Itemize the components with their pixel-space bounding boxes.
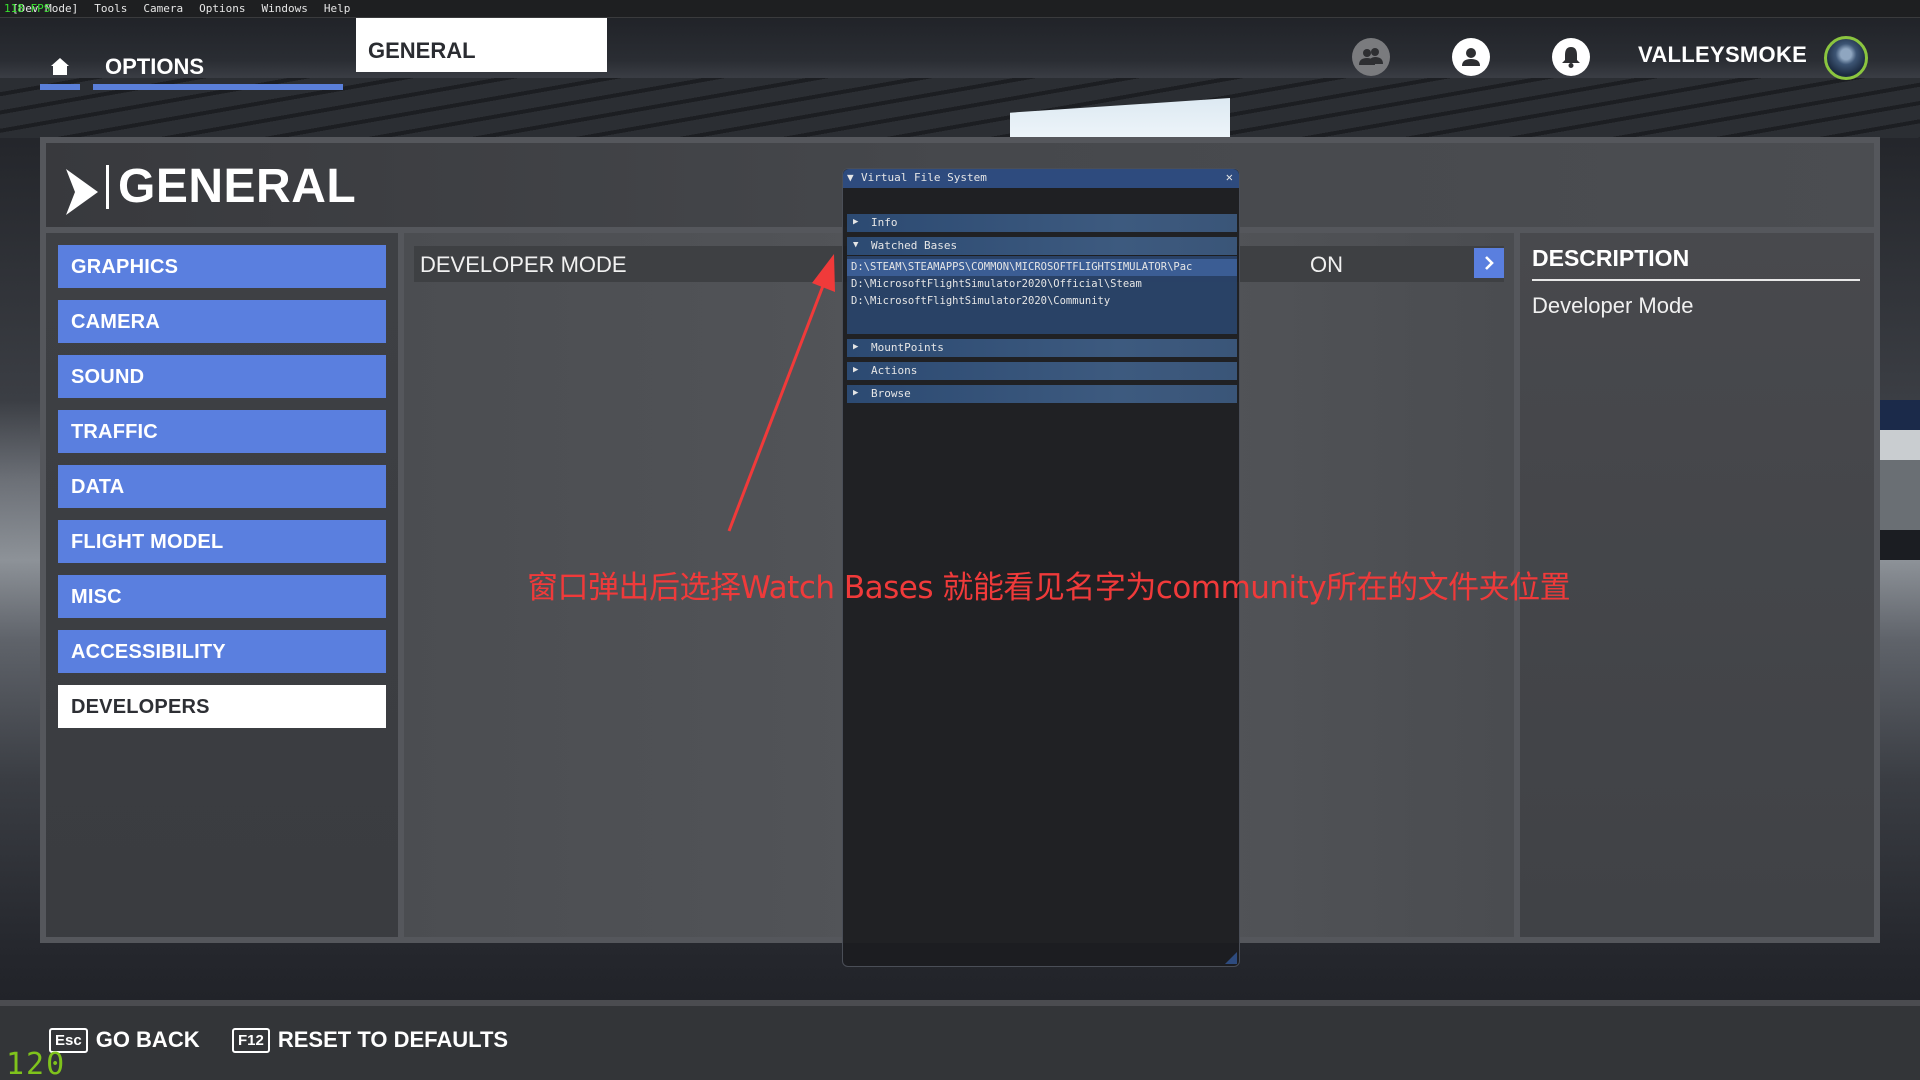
- vfs-title-bar[interactable]: ▼ Virtual File System ✕: [843, 169, 1239, 188]
- vfs-section-watched-bases[interactable]: ▼ Watched Bases: [847, 237, 1237, 255]
- expand-icon: ▶: [853, 217, 859, 227]
- list-item[interactable]: D:\MicrosoftFlightSimulator2020\Communit…: [847, 293, 1237, 310]
- go-back-button[interactable]: Esc GO BACK: [49, 1027, 200, 1053]
- tab-options[interactable]: OPTIONS: [93, 36, 343, 90]
- annotation-text: 窗口弹出后选择Watch Bases 就能看见名字为community所在的文件…: [527, 570, 1571, 606]
- tab-general[interactable]: GENERAL: [356, 18, 607, 72]
- expand-icon: ▶: [853, 388, 859, 398]
- vfs-section-label: MountPoints: [871, 341, 944, 354]
- home-icon: [51, 58, 69, 75]
- vfs-section-label: Info: [871, 216, 898, 229]
- f12-key-icon: F12: [232, 1027, 270, 1053]
- sidebar-item-graphics[interactable]: GRAPHICS: [58, 245, 386, 288]
- sidebar-item-data[interactable]: DATA: [58, 465, 386, 508]
- menu-windows[interactable]: Windows: [261, 2, 307, 15]
- menu-tools[interactable]: Tools: [94, 2, 127, 15]
- list-item[interactable]: D:\STEAM\STEAMAPPS\COMMON\MICROSOFTFLIGH…: [847, 259, 1237, 276]
- chevron-right-icon: [1485, 256, 1494, 270]
- sidebar-item-accessibility[interactable]: ACCESSIBILITY: [58, 630, 386, 673]
- tab-options-indicator: [93, 84, 343, 90]
- user-icon: [1462, 48, 1480, 66]
- collapse-icon[interactable]: ▼: [847, 171, 854, 184]
- watched-bases-list: D:\STEAM\STEAMAPPS\COMMON\MICROSOFTFLIGH…: [847, 256, 1237, 334]
- background-hangar-side: [1878, 400, 1920, 560]
- description-panel: DESCRIPTION Developer Mode: [1520, 233, 1874, 937]
- vfs-section-label: Actions: [871, 364, 918, 377]
- vfs-title: Virtual File System: [861, 171, 987, 184]
- expand-icon: ▶: [853, 365, 859, 375]
- bottom-bar: Esc GO BACK F12 RESET TO DEFAULTS: [0, 1000, 1920, 1080]
- description-title: DESCRIPTION: [1532, 245, 1690, 271]
- collapse-icon: ▼: [853, 240, 859, 250]
- reset-defaults-label: RESET TO DEFAULTS: [277, 1027, 509, 1052]
- bell-icon: [1562, 47, 1580, 68]
- vfs-section-mountpoints[interactable]: ▶ MountPoints: [847, 339, 1237, 357]
- vfs-section-label: Browse: [871, 387, 911, 400]
- username-label[interactable]: VALLEYSMOKE: [1638, 42, 1807, 68]
- close-icon[interactable]: ✕: [1226, 170, 1233, 184]
- notifications-button[interactable]: [1552, 38, 1590, 76]
- menu-help[interactable]: Help: [324, 2, 351, 15]
- vfs-section-info[interactable]: ▶ Info: [847, 214, 1237, 232]
- header-divider: [106, 165, 109, 209]
- setting-next-button[interactable]: [1474, 248, 1504, 278]
- friends-icon: [1359, 48, 1383, 65]
- setting-value: ON: [1310, 252, 1343, 277]
- list-item[interactable]: D:\MicrosoftFlightSimulator2020\Official…: [847, 276, 1237, 293]
- sidebar-item-camera[interactable]: CAMERA: [58, 300, 386, 343]
- vfs-section-actions[interactable]: ▶ Actions: [847, 362, 1237, 380]
- sidebar-item-traffic[interactable]: TRAFFIC: [58, 410, 386, 453]
- category-sidebar: GRAPHICS CAMERA SOUND TRAFFIC DATA FLIGH…: [46, 233, 398, 937]
- home-tab-indicator: [40, 84, 80, 90]
- description-text: Developer Mode: [1532, 293, 1694, 318]
- chevron-right-icon: [66, 169, 98, 215]
- reset-defaults-button[interactable]: F12 RESET TO DEFAULTS: [232, 1027, 508, 1053]
- fps-overlay: 118 FPS: [4, 2, 51, 15]
- vfs-section-label: Watched Bases: [871, 239, 958, 252]
- expand-icon: ▶: [853, 342, 859, 352]
- menu-options[interactable]: Options: [199, 2, 245, 15]
- sidebar-item-developers[interactable]: DEVELOPERS: [58, 685, 386, 728]
- sidebar-item-flight-model[interactable]: FLIGHT MODEL: [58, 520, 386, 563]
- resize-grip[interactable]: [1225, 952, 1237, 964]
- page-title: GENERAL: [118, 160, 357, 213]
- friends-button[interactable]: [1352, 38, 1390, 76]
- avatar[interactable]: [1824, 36, 1868, 80]
- fps-counter: 120: [6, 1047, 67, 1080]
- setting-label: DEVELOPER MODE: [420, 252, 627, 277]
- tab-options-label: OPTIONS: [105, 54, 205, 79]
- sidebar-item-sound[interactable]: SOUND: [58, 355, 386, 398]
- description-divider: [1532, 279, 1860, 281]
- profile-button[interactable]: [1452, 38, 1490, 76]
- menu-camera[interactable]: Camera: [143, 2, 183, 15]
- dev-menu-bar: [Dev Mode] Tools Camera Options Windows …: [0, 0, 1920, 18]
- vfs-section-browse[interactable]: ▶ Browse: [847, 385, 1237, 403]
- sidebar-item-misc[interactable]: MISC: [58, 575, 386, 618]
- top-navigation: OPTIONS GENERAL VALLEYSMOKE: [0, 18, 1920, 90]
- go-back-label: GO BACK: [95, 1027, 200, 1052]
